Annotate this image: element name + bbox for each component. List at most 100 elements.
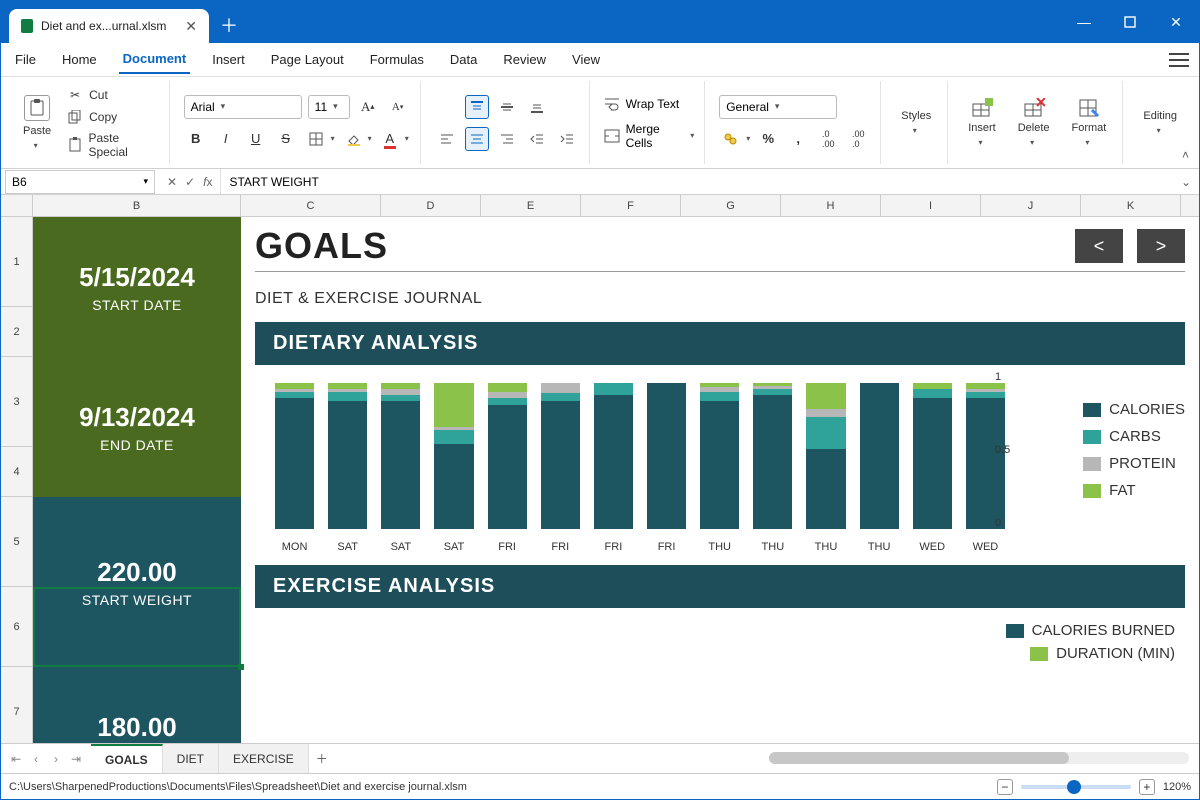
- row-header-2[interactable]: 2: [1, 307, 32, 357]
- insert-button[interactable]: Insert▾: [962, 94, 1002, 151]
- align-center-button[interactable]: [465, 127, 489, 151]
- chart-bar: [806, 383, 845, 529]
- decrease-decimal-button[interactable]: .00.0: [846, 127, 870, 151]
- next-button[interactable]: >: [1137, 229, 1185, 263]
- increase-decimal-button[interactable]: .0.00: [816, 127, 840, 151]
- tab-close-icon[interactable]: ✕: [185, 18, 197, 35]
- paste-button[interactable]: Paste ▾: [17, 91, 57, 154]
- sheet-nav-prev-button[interactable]: ‹: [27, 752, 45, 766]
- menu-review[interactable]: Review: [499, 46, 550, 73]
- document-tab[interactable]: Diet and ex...urnal.xlsm ✕: [9, 9, 209, 43]
- column-header-I[interactable]: I: [881, 195, 981, 216]
- delete-button[interactable]: Delete▾: [1012, 94, 1056, 151]
- align-middle-button[interactable]: [495, 95, 519, 119]
- menu-formulas[interactable]: Formulas: [366, 46, 428, 73]
- copy-button[interactable]: Copy: [67, 109, 159, 125]
- horizontal-scrollbar[interactable]: [769, 752, 1189, 764]
- chart-bar: [594, 383, 633, 529]
- select-all-corner[interactable]: [1, 195, 33, 216]
- expand-formula-bar-button[interactable]: ⌄: [1173, 175, 1199, 189]
- align-bottom-button[interactable]: [525, 95, 549, 119]
- row-header-6[interactable]: 6: [1, 587, 32, 667]
- format-button[interactable]: Format▾: [1066, 94, 1113, 151]
- bold-button[interactable]: B: [184, 127, 208, 151]
- add-sheet-button[interactable]: ＋: [309, 750, 335, 767]
- window-maximize-button[interactable]: [1107, 1, 1153, 43]
- name-box[interactable]: B6▾: [5, 170, 155, 194]
- row-header-5[interactable]: 5: [1, 497, 32, 587]
- menu-data[interactable]: Data: [446, 46, 481, 73]
- column-header-G[interactable]: G: [681, 195, 781, 216]
- align-left-button[interactable]: [435, 127, 459, 151]
- titlebar: Diet and ex...urnal.xlsm ✕ ＋ — ✕: [1, 1, 1199, 43]
- align-top-button[interactable]: [465, 95, 489, 119]
- sheet-tab-exercise[interactable]: EXERCISE: [219, 744, 309, 773]
- sheet-nav-last-button[interactable]: ⇥: [67, 752, 85, 766]
- strikethrough-button[interactable]: S: [274, 127, 298, 151]
- italic-button[interactable]: I: [214, 127, 238, 151]
- chart-x-label: FRI: [594, 541, 633, 553]
- paste-special-button[interactable]: Paste Special: [67, 131, 159, 159]
- increase-indent-button[interactable]: [555, 127, 579, 151]
- wrap-text-button[interactable]: Wrap Text: [604, 96, 680, 112]
- new-tab-button[interactable]: ＋: [215, 11, 243, 39]
- menu-insert[interactable]: Insert: [208, 46, 249, 73]
- column-header-C[interactable]: C: [241, 195, 381, 216]
- cancel-formula-icon[interactable]: ✕: [167, 175, 177, 189]
- percent-button[interactable]: %: [756, 127, 780, 151]
- comma-button[interactable]: ,: [786, 127, 810, 151]
- column-header-E[interactable]: E: [481, 195, 581, 216]
- merge-cells-button[interactable]: Merge Cells ▾: [604, 122, 695, 150]
- chart-segment-carbs: [806, 417, 845, 449]
- increase-font-button[interactable]: A▴: [356, 95, 380, 119]
- row-header-4[interactable]: 4: [1, 447, 32, 497]
- column-header-J[interactable]: J: [981, 195, 1081, 216]
- column-header-D[interactable]: D: [381, 195, 481, 216]
- styles-button[interactable]: Styles▾: [895, 106, 937, 139]
- worksheet-content[interactable]: 5/15/2024 START DATE 9/13/2024 END DATE …: [33, 217, 1199, 743]
- align-right-button[interactable]: [495, 127, 519, 151]
- zoom-slider-thumb[interactable]: [1067, 780, 1081, 794]
- decrease-font-button[interactable]: A▾: [386, 95, 410, 119]
- menu-view[interactable]: View: [568, 46, 604, 73]
- collapse-ribbon-button[interactable]: ˄: [1182, 148, 1189, 162]
- zoom-slider[interactable]: [1021, 785, 1131, 789]
- scrollbar-thumb[interactable]: [769, 752, 1069, 764]
- column-header-F[interactable]: F: [581, 195, 681, 216]
- column-header-B[interactable]: B: [33, 195, 241, 216]
- window-close-button[interactable]: ✕: [1153, 1, 1199, 43]
- font-name-combo[interactable]: Arial▾: [184, 95, 302, 119]
- fill-color-button[interactable]: [341, 127, 365, 151]
- font-color-button[interactable]: A: [378, 127, 402, 151]
- sheet-nav-next-button[interactable]: ›: [47, 752, 65, 766]
- currency-button[interactable]: [719, 127, 743, 151]
- formula-input[interactable]: START WEIGHT: [220, 169, 1172, 194]
- borders-button[interactable]: [304, 127, 328, 151]
- font-size-combo[interactable]: 11▾: [308, 95, 350, 119]
- zoom-in-button[interactable]: +: [1139, 779, 1155, 795]
- chevron-down-icon: ▾: [333, 101, 338, 112]
- zoom-out-button[interactable]: −: [997, 779, 1013, 795]
- menu-file[interactable]: File: [11, 46, 40, 73]
- number-format-combo[interactable]: General▾: [719, 95, 837, 119]
- menu-home[interactable]: Home: [58, 46, 101, 73]
- row-header-1[interactable]: 1: [1, 217, 32, 307]
- menu-page-layout[interactable]: Page Layout: [267, 46, 348, 73]
- sheet-nav-first-button[interactable]: ⇤: [7, 752, 25, 766]
- cut-button[interactable]: ✂Cut: [67, 87, 159, 103]
- editing-button[interactable]: Editing▾: [1137, 106, 1183, 139]
- ribbon-options-icon[interactable]: [1169, 53, 1189, 67]
- menu-document[interactable]: Document: [119, 45, 191, 74]
- sheet-tab-diet[interactable]: DIET: [163, 744, 219, 773]
- accept-formula-icon[interactable]: ✓: [185, 175, 195, 189]
- column-header-H[interactable]: H: [781, 195, 881, 216]
- sheet-tab-goals[interactable]: GOALS: [91, 744, 163, 773]
- underline-button[interactable]: U: [244, 127, 268, 151]
- decrease-indent-button[interactable]: [525, 127, 549, 151]
- column-header-K[interactable]: K: [1081, 195, 1181, 216]
- row-header-7[interactable]: 7: [1, 667, 32, 743]
- fx-icon[interactable]: fx: [203, 175, 212, 189]
- window-minimize-button[interactable]: —: [1061, 1, 1107, 43]
- prev-button[interactable]: <: [1075, 229, 1123, 263]
- row-header-3[interactable]: 3: [1, 357, 32, 447]
